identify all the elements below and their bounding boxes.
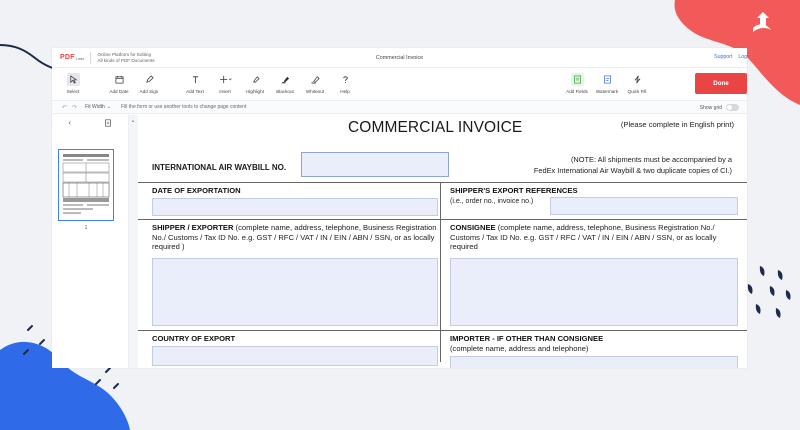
scroll-up-icon[interactable]: ▲ — [131, 118, 135, 123]
sidebar-scrollbar[interactable]: ▲ — [129, 115, 138, 368]
divider-line — [138, 219, 747, 220]
fields-icon — [573, 75, 581, 84]
thumbnail-preview — [62, 154, 110, 214]
shipper-refs-label: SHIPPER'S EXPORT REFERENCES — [450, 186, 578, 195]
tagline-line-1: Online Platform for Editing — [97, 51, 152, 57]
logo-divider — [90, 51, 92, 64]
pages-icon[interactable] — [104, 118, 112, 127]
watermark-tool[interactable]: Watermark — [592, 68, 622, 94]
page-sidebar: ‹ 1 — [52, 115, 129, 368]
consignee-label: CONSIGNEE (complete name, address, telep… — [450, 223, 717, 252]
country-label: COUNTRY OF EXPORT — [152, 334, 236, 343]
blackout-icon — [281, 76, 289, 84]
tagline: Online Platform for Editing All kinds of… — [97, 52, 154, 63]
importer-sub: (complete name, address and telephone) — [450, 344, 589, 353]
chevron-left-icon[interactable]: ‹ — [68, 118, 71, 127]
column-divider — [440, 182, 441, 362]
page-thumbnail[interactable] — [58, 149, 114, 221]
show-grid-toggle[interactable] — [726, 104, 739, 111]
shipper-refs-field[interactable] — [550, 197, 738, 215]
done-button[interactable]: Done — [695, 73, 747, 94]
cursor-icon — [69, 75, 77, 84]
top-links: Support Log — [714, 54, 747, 60]
show-grid-control: Show grid — [700, 104, 739, 111]
quick-fill-tool[interactable]: Quick Fill — [622, 68, 652, 94]
insert-tool[interactable]: Insert — [210, 68, 240, 94]
support-link[interactable]: Support — [714, 54, 732, 60]
redo-icon[interactable]: ↷ — [72, 104, 77, 111]
divider-line — [138, 182, 747, 183]
awb-label: INTERNATIONAL AIR WAYBILL NO. — [152, 163, 287, 172]
document-canvas: COMMERCIAL INVOICE (Please complete in E… — [138, 115, 747, 368]
undo-icon[interactable]: ↶ — [62, 104, 67, 111]
add-fields-tool[interactable]: Add Fields — [562, 68, 592, 94]
importer-label: IMPORTER - IF OTHER THAN CONSIGNEE — [450, 334, 604, 343]
add-text-tool[interactable]: Add Text — [180, 68, 210, 94]
logo-sub-text: Liner — [75, 57, 85, 61]
text-icon — [192, 76, 198, 84]
logo-main-text: PDF — [60, 54, 75, 61]
document-title: Commercial Invoice — [375, 54, 424, 61]
blackout-tool[interactable]: Blackout — [270, 68, 300, 94]
pdf-page: COMMERCIAL INVOICE (Please complete in E… — [138, 115, 747, 368]
pen-icon — [145, 75, 154, 83]
consignee-field[interactable] — [450, 258, 738, 326]
watermark-icon — [603, 75, 611, 84]
add-sign-tool[interactable]: Add Sign — [134, 68, 164, 94]
zoom-select-label: Fit Width — [85, 104, 105, 110]
calendar-icon — [115, 75, 123, 84]
toolbar: Select Add Date Add Sign Add Text Insert — [52, 68, 747, 100]
awb-number-field[interactable] — [301, 152, 449, 177]
shipper-field[interactable] — [152, 258, 438, 326]
shipment-note-line-1: (NOTE: All shipments must be accompanied… — [570, 155, 732, 164]
date-label: DATE OF EXPORTATION — [152, 186, 241, 195]
pdfliner-logo[interactable]: PDF Liner — [52, 54, 84, 61]
importer-field[interactable] — [450, 356, 738, 368]
help-tool[interactable]: Help — [330, 68, 360, 94]
invoice-title: COMMERCIAL INVOICE — [348, 119, 523, 136]
workspace: ‹ 1 ▲ COMMERCIAL INVOICE (Please complet… — [52, 115, 747, 368]
login-link[interactable]: Log — [738, 54, 747, 60]
sub-toolbar: ↶ ↷ Fit Width ⌄ Fill the form or use ano… — [52, 100, 747, 114]
top-bar: PDF Liner Online Platform for Editing Al… — [52, 48, 747, 68]
dots-decoration — [747, 266, 791, 318]
whiteout-tool[interactable]: Whiteout — [300, 68, 330, 94]
shipment-note-line-2: FedEx International Air Waybill & two du… — [533, 165, 732, 175]
date-field[interactable] — [152, 198, 438, 216]
shipment-note: (NOTE: All shipments must be accompanied… — [534, 155, 732, 176]
shipper-refs-sub: (i.e., order no., invoice no.) — [450, 198, 534, 205]
chevron-down-icon: ⌄ — [106, 104, 111, 110]
app-window: PDF Liner Online Platform for Editing Al… — [52, 48, 747, 368]
plus-icon — [219, 75, 232, 84]
shipper-label: SHIPPER / EXPORTER (complete name, addre… — [152, 223, 437, 252]
toolbar-hint: Fill the form or use another tools to ch… — [121, 104, 247, 110]
add-date-tool[interactable]: Add Date — [104, 68, 134, 94]
zoom-select[interactable]: Fit Width ⌄ — [85, 104, 111, 110]
highlight-icon — [252, 76, 260, 84]
lightning-icon — [634, 75, 640, 84]
highlight-tool[interactable]: Highlight — [240, 68, 270, 94]
print-note: (Please complete in English print) — [620, 120, 734, 129]
tagline-line-2: All kinds of PDF Documents — [97, 57, 155, 63]
show-grid-label: Show grid — [699, 104, 722, 111]
select-tool[interactable]: Select — [58, 68, 88, 94]
divider-line — [138, 330, 747, 331]
whiteout-icon — [311, 76, 320, 84]
page-number: 1 — [84, 225, 88, 231]
country-field[interactable] — [152, 346, 438, 366]
question-icon — [342, 76, 348, 84]
